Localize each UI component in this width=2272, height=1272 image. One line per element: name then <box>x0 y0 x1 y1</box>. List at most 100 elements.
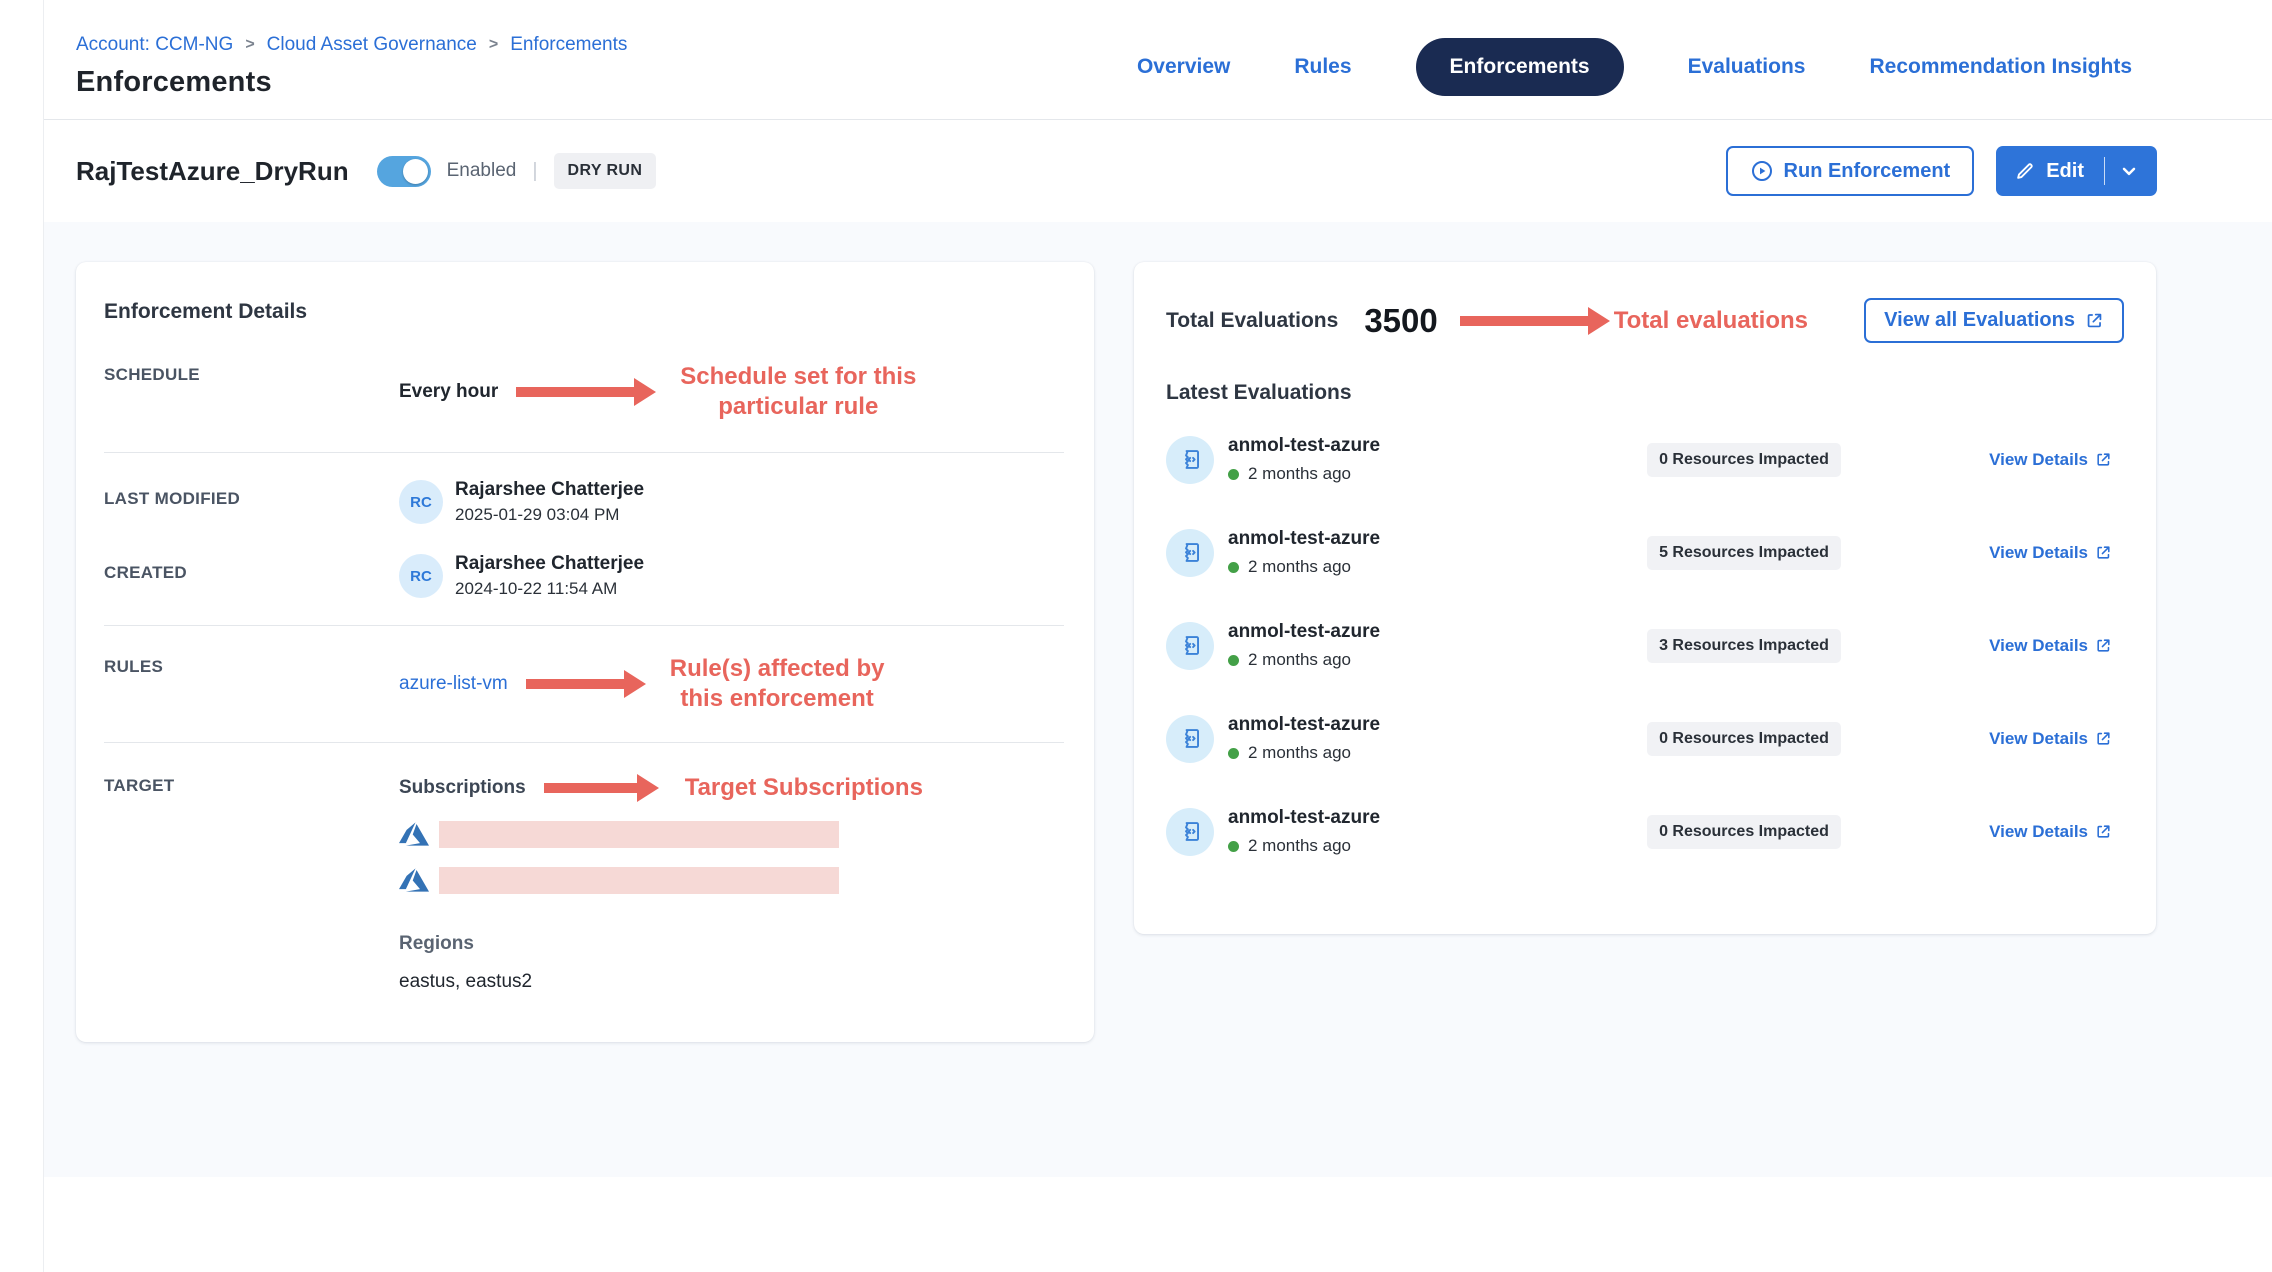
breadcrumb-governance-link[interactable]: Cloud Asset Governance <box>267 34 477 56</box>
subscriptions-label: Subscriptions <box>399 777 526 799</box>
avatar: RC <box>399 480 443 524</box>
evaluation-time: 2 months ago <box>1248 557 1351 577</box>
evaluation-icon <box>1166 808 1214 856</box>
tab-enforcements[interactable]: Enforcements <box>1416 38 1624 96</box>
created-date: 2024-10-22 11:54 AM <box>455 579 644 599</box>
resources-impacted-badge: 0 Resources Impacted <box>1647 722 1841 756</box>
tab-recommendation-insights[interactable]: Recommendation Insights <box>1869 55 2132 79</box>
created-name: Rajarshee Chatterjee <box>455 553 644 575</box>
tab-evaluations[interactable]: Evaluations <box>1688 55 1806 79</box>
status-dot-icon <box>1228 748 1239 759</box>
annotation-arrow <box>526 679 626 689</box>
azure-icon <box>399 865 429 895</box>
enforcement-toolbar: RajTestAzure_DryRun Enabled | DRY RUN Ru… <box>44 120 2272 222</box>
divider <box>2104 157 2105 185</box>
edit-label: Edit <box>2046 160 2084 183</box>
redacted-subscription-bar <box>439 867 839 894</box>
evaluation-row: anmol-test-azure 2 months ago 0 Resource… <box>1156 413 2124 506</box>
total-evaluations-value: 3500 <box>1364 302 1437 340</box>
evaluation-name: anmol-test-azure <box>1228 435 1594 457</box>
external-link-icon <box>2095 544 2112 561</box>
status-dot-icon <box>1228 655 1239 666</box>
run-enforcement-button[interactable]: Run Enforcement <box>1726 146 1975 196</box>
evaluation-icon <box>1166 529 1214 577</box>
edit-button[interactable]: Edit <box>1996 146 2157 196</box>
external-link-icon <box>2085 311 2104 330</box>
divider: | <box>532 160 537 183</box>
subscription-row <box>399 819 923 849</box>
evaluation-time: 2 months ago <box>1248 743 1351 763</box>
avatar: RC <box>399 554 443 598</box>
target-label: TARGET <box>104 773 399 796</box>
nav-tabs: Overview Rules Enforcements Evaluations … <box>1137 38 2132 96</box>
evaluation-row: anmol-test-azure 2 months ago 5 Resource… <box>1156 506 2124 599</box>
evaluation-icon <box>1166 622 1214 670</box>
evaluation-time: 2 months ago <box>1248 464 1351 484</box>
toggle-knob <box>403 159 428 184</box>
enforcement-name: RajTestAzure_DryRun <box>76 156 349 187</box>
last-modified-date: 2025-01-29 03:04 PM <box>455 505 644 525</box>
annotation-arrow <box>1460 316 1590 326</box>
last-modified-label: LAST MODIFIED <box>104 479 399 509</box>
view-details-link[interactable]: View Details <box>1989 729 2112 749</box>
evaluation-row: anmol-test-azure 2 months ago 3 Resource… <box>1156 599 2124 692</box>
resources-impacted-badge: 3 Resources Impacted <box>1647 629 1841 663</box>
workspace: Enforcement Details SCHEDULE Every hour … <box>44 222 2272 1177</box>
rules-annotation: Rule(s) affected by this enforcement <box>670 654 885 714</box>
total-annotation: Total evaluations <box>1614 306 1808 336</box>
evaluation-time: 2 months ago <box>1248 650 1351 670</box>
tab-overview[interactable]: Overview <box>1137 55 1230 79</box>
latest-evaluations-title: Latest Evaluations <box>1166 381 2124 405</box>
regions-label: Regions <box>399 933 923 955</box>
rule-link[interactable]: azure-list-vm <box>399 673 508 695</box>
evaluation-name: anmol-test-azure <box>1228 807 1594 829</box>
total-evaluations-label: Total Evaluations <box>1166 309 1338 333</box>
external-link-icon <box>2095 823 2112 840</box>
created-person: RC Rajarshee Chatterjee 2024-10-22 11:54… <box>399 553 644 599</box>
details-card-title: Enforcement Details <box>104 300 1064 324</box>
rules-label: RULES <box>104 654 399 677</box>
schedule-annotation: Schedule set for this particular rule <box>680 362 916 422</box>
created-label: CREATED <box>104 553 399 583</box>
evaluations-card: Total Evaluations 3500 Total evaluations… <box>1134 262 2156 934</box>
evaluation-name: anmol-test-azure <box>1228 528 1594 550</box>
evaluation-name: anmol-test-azure <box>1228 714 1594 736</box>
subscription-row <box>399 865 923 895</box>
resources-impacted-badge: 5 Resources Impacted <box>1647 536 1841 570</box>
enforcement-details-card: Enforcement Details SCHEDULE Every hour … <box>76 262 1094 1042</box>
breadcrumb-enforcements-link[interactable]: Enforcements <box>510 34 627 56</box>
breadcrumb-account-link[interactable]: Account: CCM-NG <box>76 34 233 56</box>
breadcrumb-separator: > <box>489 36 498 54</box>
resources-impacted-badge: 0 Resources Impacted <box>1647 815 1841 849</box>
external-link-icon <box>2095 730 2112 747</box>
play-circle-icon <box>1750 159 1774 183</box>
external-link-icon <box>2095 637 2112 654</box>
page-header: Account: CCM-NG > Cloud Asset Governance… <box>44 0 2272 119</box>
last-modified-name: Rajarshee Chatterjee <box>455 479 644 501</box>
regions-value: eastus, eastus2 <box>399 971 923 993</box>
page-title: Enforcements <box>76 66 627 99</box>
dry-run-badge: DRY RUN <box>554 153 657 189</box>
view-details-link[interactable]: View Details <box>1989 636 2112 656</box>
schedule-value: Every hour <box>399 381 498 403</box>
evaluation-row: anmol-test-azure 2 months ago 0 Resource… <box>1156 692 2124 785</box>
view-details-link[interactable]: View Details <box>1989 543 2112 563</box>
redacted-subscription-bar <box>439 821 839 848</box>
tab-rules[interactable]: Rules <box>1294 55 1351 79</box>
breadcrumb-separator: > <box>245 36 254 54</box>
resources-impacted-badge: 0 Resources Impacted <box>1647 443 1841 477</box>
status-dot-icon <box>1228 469 1239 480</box>
chevron-down-icon[interactable] <box>2119 161 2139 181</box>
view-all-evaluations-label: View all Evaluations <box>1884 309 2075 332</box>
evaluation-name: anmol-test-azure <box>1228 621 1594 643</box>
last-modified-person: RC Rajarshee Chatterjee 2025-01-29 03:04… <box>399 479 644 525</box>
enabled-toggle[interactable] <box>377 156 431 187</box>
evaluation-row: anmol-test-azure 2 months ago 0 Resource… <box>1156 785 2124 878</box>
evaluation-icon <box>1166 436 1214 484</box>
schedule-label: SCHEDULE <box>104 362 399 385</box>
view-all-evaluations-button[interactable]: View all Evaluations <box>1864 298 2124 343</box>
toggle-status-label: Enabled <box>447 160 517 182</box>
view-details-link[interactable]: View Details <box>1989 450 2112 470</box>
evaluation-time: 2 months ago <box>1248 836 1351 856</box>
view-details-link[interactable]: View Details <box>1989 822 2112 842</box>
